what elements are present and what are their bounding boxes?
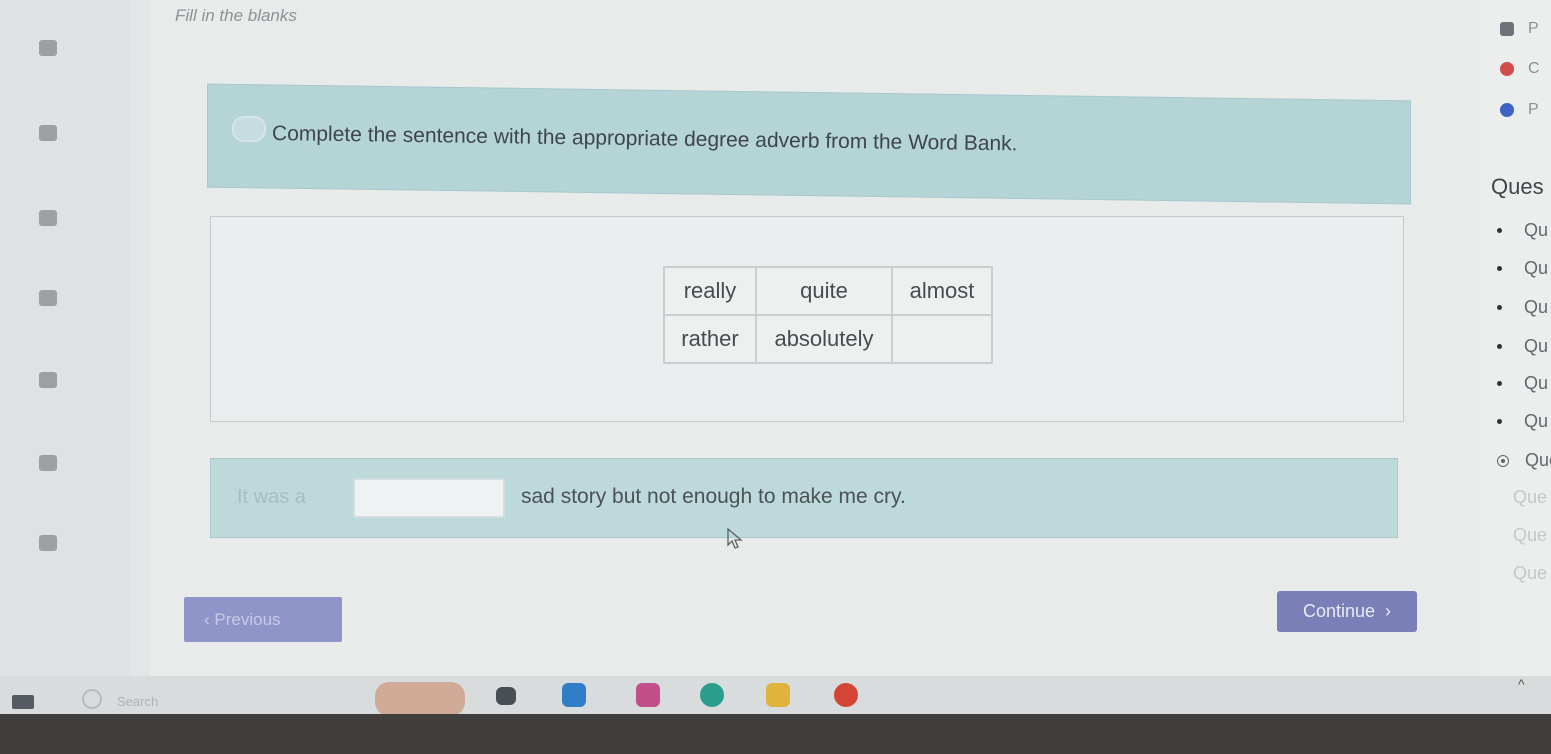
question-item[interactable]: Qu	[1497, 297, 1548, 318]
word-bank-cell: absolutely	[755, 314, 893, 364]
file-explorer-icon[interactable]	[766, 683, 790, 707]
word-bank-table: really quite almost rather absolutely	[663, 266, 993, 364]
bullet-icon	[1497, 344, 1502, 349]
copilot-icon[interactable]	[636, 683, 660, 707]
question-item[interactable]: Qu	[1497, 220, 1548, 241]
sidebar-item-grades[interactable]	[0, 372, 95, 388]
instructors-icon	[38, 210, 57, 226]
start-icon[interactable]	[12, 695, 34, 709]
chevron-left-icon: ‹	[204, 609, 210, 629]
chevron-right-icon: ›	[1385, 601, 1392, 621]
close-circle-icon	[1500, 62, 1514, 76]
speaker-icon[interactable]	[232, 116, 266, 142]
question-item[interactable]: Qu	[1497, 258, 1548, 279]
chrome-icon[interactable]	[834, 683, 858, 707]
question-item-current[interactable]: Que	[1497, 450, 1551, 471]
bullet-icon	[1497, 419, 1502, 424]
bullet-icon	[1497, 228, 1502, 233]
previous-button[interactable]: ‹ Previous	[184, 597, 342, 642]
sentence-end: sad story but not enough to make me cry.	[521, 485, 906, 508]
students-icon	[38, 125, 57, 141]
word-bank-cell: quite	[755, 266, 893, 316]
pause-icon	[1500, 22, 1514, 36]
word-bank-cell	[891, 314, 993, 364]
bullet-icon	[1497, 305, 1502, 310]
sidebar-item-settings[interactable]	[0, 290, 95, 306]
sidebar-item-assignments[interactable]	[0, 40, 95, 70]
word-bank-cell: really	[663, 266, 757, 316]
page-title: Fill in the blanks	[175, 6, 297, 25]
goals-icon	[38, 455, 57, 471]
question-item[interactable]: Que	[1513, 563, 1547, 584]
assignments-icon	[38, 40, 57, 56]
chevron-up-icon[interactable]: ^	[1518, 676, 1525, 692]
mouse-pointer-icon	[727, 528, 743, 549]
search-icon[interactable]	[82, 689, 102, 709]
settings-icon	[38, 290, 57, 306]
word-bank-cell: rather	[663, 314, 757, 364]
screen-bezel	[0, 714, 1551, 754]
question-item[interactable]: Que	[1513, 525, 1547, 546]
word-bank-row: rather absolutely	[663, 314, 993, 364]
info-item[interactable]: P	[1500, 101, 1539, 119]
sidebar-item-messages[interactable]	[0, 535, 95, 551]
widget-icon[interactable]	[375, 682, 465, 716]
close-item[interactable]: C	[1500, 60, 1540, 78]
bullet-icon	[1497, 381, 1502, 386]
question-item[interactable]: Qu	[1497, 336, 1548, 357]
sidebar-item-goals[interactable]	[0, 455, 95, 471]
pause-item[interactable]: P	[1500, 20, 1539, 38]
bullet-icon	[1497, 266, 1502, 271]
question-item[interactable]: Qu	[1497, 373, 1548, 394]
taskbar-search[interactable]: Search	[117, 694, 158, 709]
sentence-start: It was a	[237, 486, 306, 508]
edge-browser-icon[interactable]	[700, 683, 724, 707]
word-bank-cell: almost	[891, 266, 993, 316]
question-item[interactable]: Que	[1513, 487, 1547, 508]
sidebar-item-instructors[interactable]	[0, 210, 95, 226]
grades-icon	[38, 372, 57, 388]
messages-icon	[38, 535, 57, 551]
word-bank-row: really quite almost	[663, 266, 993, 316]
answer-blank-input[interactable]	[353, 478, 505, 518]
questions-heading: Ques	[1491, 174, 1544, 199]
edge-icon[interactable]	[562, 683, 586, 707]
current-question-icon	[1497, 454, 1509, 467]
question-item[interactable]: Qu	[1497, 411, 1548, 432]
sidebar-item-students[interactable]	[0, 125, 95, 141]
info-icon	[1500, 103, 1514, 117]
continue-button[interactable]: Continue ›	[1277, 591, 1417, 632]
task-view-icon[interactable]	[496, 687, 516, 705]
sidebar	[0, 0, 130, 690]
